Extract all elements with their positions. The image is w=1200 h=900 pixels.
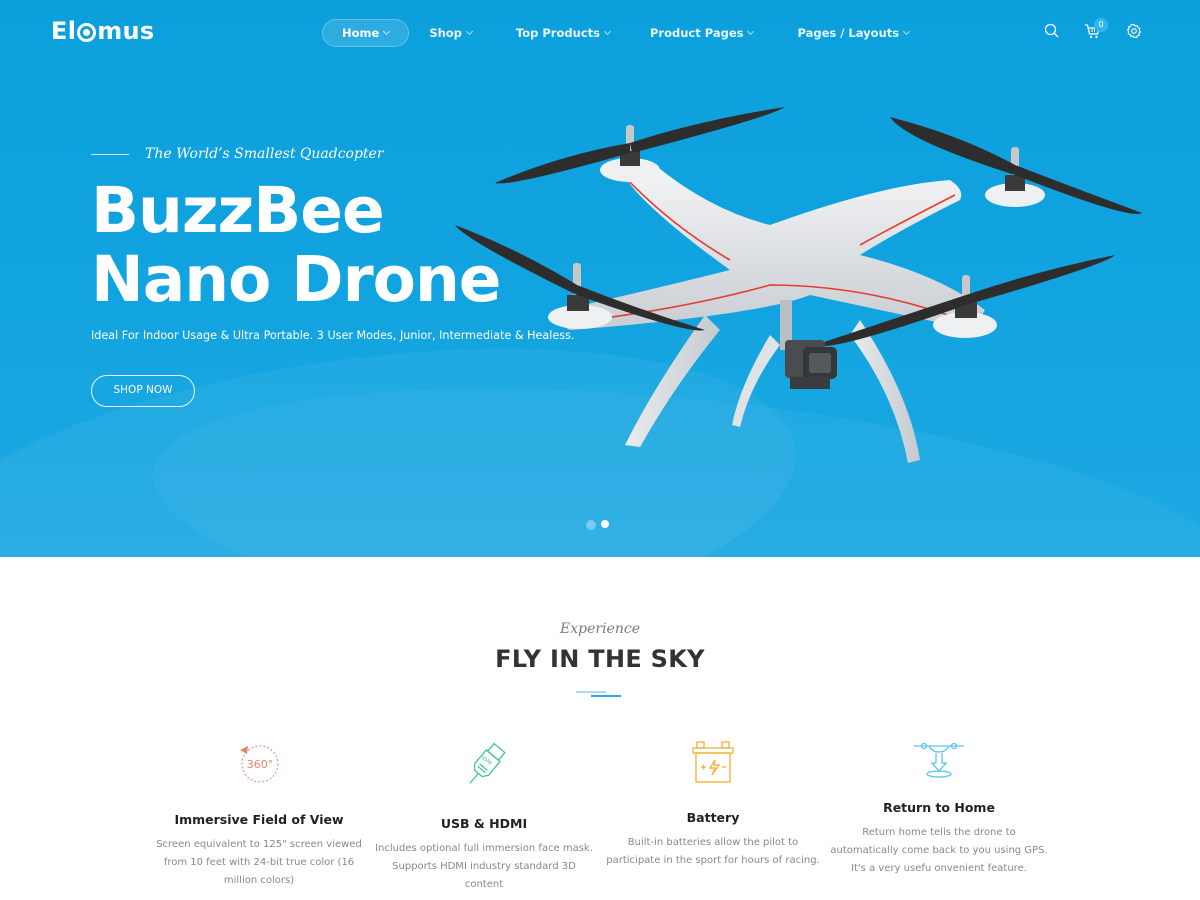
nav-item-shop[interactable]: Shop (429, 19, 473, 47)
gear-icon (1126, 23, 1142, 39)
logo-mark-icon (77, 23, 97, 42)
drone-product-image (455, 107, 1142, 463)
battery-icon (692, 741, 734, 783)
logo-text-start: El (51, 17, 77, 45)
slide-dot-2-active[interactable] (601, 520, 609, 528)
chevron-down-icon (747, 27, 755, 35)
feature-description: Return home tells the drone to automatic… (830, 827, 1048, 874)
section-divider (576, 691, 606, 693)
search-button[interactable] (1043, 22, 1061, 40)
section-kicker: Experience (560, 621, 640, 637)
feature-card-return-home: Return to Home Return home tells the dro… (829, 740, 1049, 878)
360-view-icon: 360° (240, 745, 279, 783)
header-actions: 0 (1043, 18, 1143, 40)
chevron-down-icon (465, 27, 473, 35)
settings-button[interactable] (1125, 22, 1143, 40)
feature-description: Screen equivalent to 125" screen viewed … (156, 839, 362, 886)
feature-title: Return to Home (883, 800, 995, 815)
feature-card-usb-hdmi: HDMI USB & HDMI Includes optional full i… (374, 740, 594, 894)
nav-label: Pages / Layouts (797, 26, 900, 40)
main-nav: Home Shop Top Products Product Pages Pag… (322, 19, 911, 47)
hero-tagline-row: The World’s Smallest Quadcopter (91, 146, 384, 162)
nav-label: Shop (429, 26, 462, 40)
nav-item-product-pages[interactable]: Product Pages (649, 19, 755, 47)
cart-count-badge: 0 (1094, 18, 1108, 32)
cart-button[interactable]: 0 (1084, 18, 1108, 40)
section-divider (591, 695, 621, 697)
section-title: FLY IN THE SKY (495, 645, 705, 673)
chevron-down-icon (383, 27, 391, 35)
hero-slider: El mus Home Shop Top Products Product Pag… (0, 0, 1200, 557)
feature-title: Battery (686, 810, 740, 825)
feature-card-battery: Battery Built-in batteries allow the pil… (603, 740, 823, 870)
hero-title-line1: BuzzBee (91, 174, 385, 247)
feature-title: USB & HDMI (440, 816, 528, 831)
feature-title: Immersive Field of View (174, 812, 344, 827)
logo-text-end: mus (97, 17, 155, 45)
slider-pagination (586, 520, 609, 530)
site-logo[interactable]: El mus (51, 17, 155, 45)
feature-description: Built-in batteries allow the pilot to pa… (606, 837, 820, 866)
chevron-down-icon (603, 27, 612, 35)
drone-return-home-icon (914, 742, 964, 778)
nav-label: Top Products (515, 26, 600, 40)
feature-description: Includes optional full immersion face ma… (375, 843, 593, 890)
nav-label: Home (342, 26, 380, 40)
slide-dot-1[interactable] (586, 520, 596, 530)
nav-item-pages-layouts[interactable]: Pages / Layouts (797, 19, 911, 47)
svg-text:360°: 360° (247, 758, 274, 771)
feature-card-field-of-view: 360° Immersive Field of View Screen equi… (149, 740, 369, 890)
nav-item-home[interactable]: Home (322, 19, 410, 47)
search-icon (1044, 23, 1059, 38)
nav-label: Product Pages (649, 26, 744, 40)
hero-tagline: The World’s Smallest Quadcopter (145, 146, 384, 162)
shop-now-button[interactable]: SHOP NOW (91, 375, 195, 407)
tagline-divider (91, 153, 129, 155)
hdmi-cable-icon: HDMI (469, 742, 506, 784)
nav-item-top-products[interactable]: Top Products (515, 19, 612, 47)
chevron-down-icon (903, 27, 911, 35)
